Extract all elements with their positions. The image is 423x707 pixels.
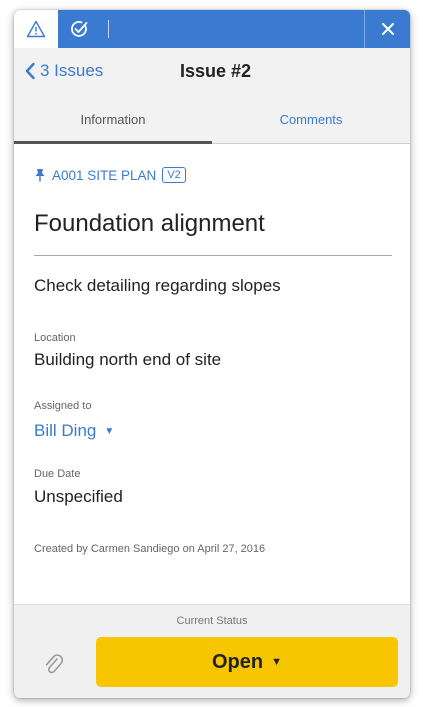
paperclip-icon <box>45 654 64 674</box>
nav-header: 3 Issues Issue #2 <box>14 48 410 94</box>
attach-button[interactable] <box>36 647 72 683</box>
back-button[interactable]: 3 Issues <box>24 48 103 94</box>
back-label: 3 Issues <box>40 61 104 80</box>
issue-details: A001 SITE PLAN V2 Foundation alignment C… <box>14 144 410 604</box>
pin-icon <box>35 169 45 182</box>
sheet-link[interactable]: A001 SITE PLAN V2 <box>34 164 186 186</box>
created-by-text: Created by Carmen Sandiego on April 27, … <box>34 543 266 555</box>
issues-tab[interactable] <box>14 10 58 48</box>
status-label: Current Status <box>176 615 248 627</box>
due-date-value[interactable]: Unspecified <box>34 487 123 507</box>
chevron-left-icon <box>25 62 35 80</box>
status-button[interactable]: Open ▼ <box>96 637 398 687</box>
assignee-dropdown[interactable]: Bill Ding ▼ <box>34 421 114 441</box>
sheet-name: A001 SITE PLAN <box>52 167 157 183</box>
warning-icon <box>26 20 46 38</box>
panel-toolbar <box>14 10 410 48</box>
assigned-label: Assigned to <box>34 400 92 412</box>
close-button[interactable] <box>365 10 410 48</box>
caret-down-icon: ▼ <box>104 425 115 437</box>
status-footer: Current Status Open ▼ <box>14 604 410 698</box>
issue-title[interactable]: Foundation alignment <box>34 210 265 238</box>
tab-comments[interactable]: Comments <box>212 94 410 144</box>
issue-panel: 3 Issues Issue #2 Information Comments A… <box>14 10 410 698</box>
version-badge: V2 <box>162 167 186 183</box>
close-icon <box>381 23 394 35</box>
location-label: Location <box>34 332 76 344</box>
caret-down-icon: ▼ <box>271 656 282 668</box>
issue-description[interactable]: Check detailing regarding slopes <box>34 276 281 296</box>
page-title: Issue #2 <box>180 60 252 81</box>
title-divider <box>34 255 392 256</box>
segment-tabs: Information Comments <box>14 94 410 144</box>
check-circle-icon <box>71 21 88 37</box>
checklist-tab[interactable] <box>58 10 100 48</box>
toolbar-divider <box>108 20 109 38</box>
assignee-name: Bill Ding <box>34 421 97 440</box>
tab-information[interactable]: Information <box>14 94 212 144</box>
status-value: Open <box>211 650 264 673</box>
due-date-label: Due Date <box>34 468 81 480</box>
location-value[interactable]: Building north end of site <box>34 350 221 370</box>
